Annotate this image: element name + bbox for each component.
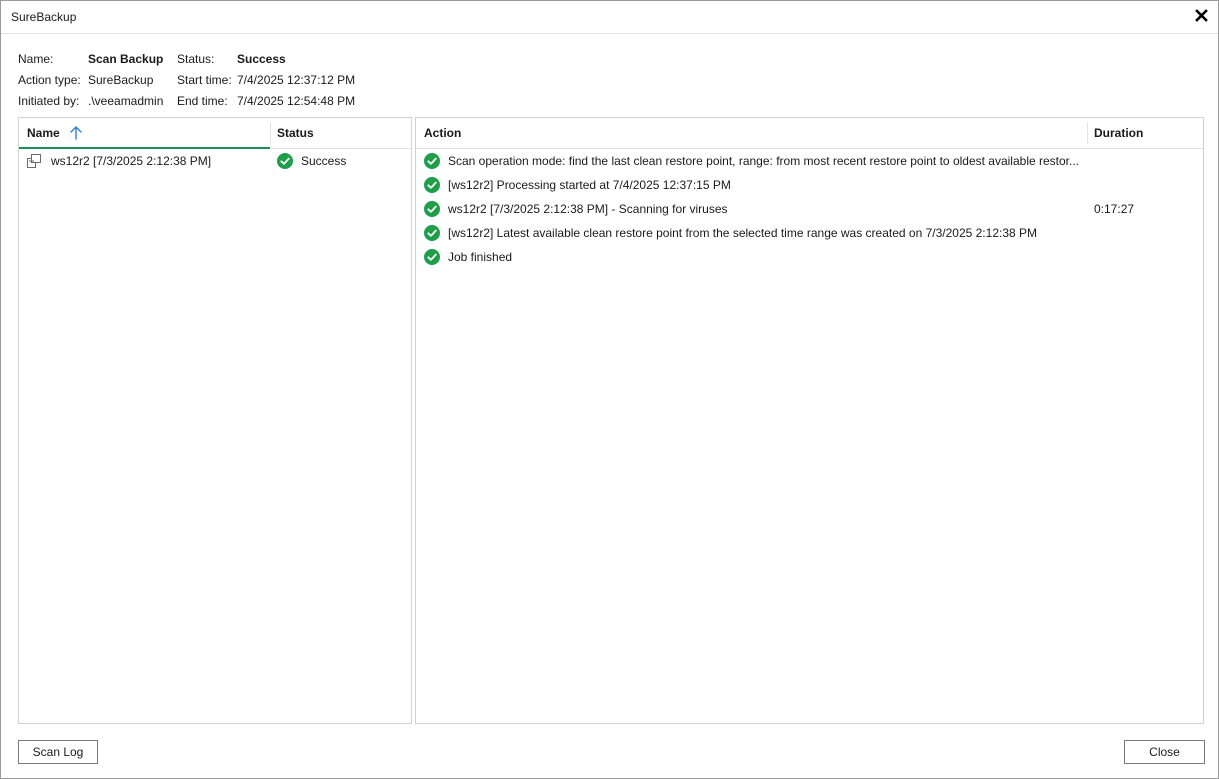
actions-log[interactable]: Action Duration Scan operation mode: fin… xyxy=(415,117,1204,724)
column-header-duration[interactable]: Duration xyxy=(1094,126,1143,140)
table-row[interactable]: [ws12r2] Latest available clean restore … xyxy=(416,221,1203,245)
table-row[interactable]: [ws12r2] Processing started at 7/4/2025 … xyxy=(416,173,1203,197)
action-duration: 0:17:27 xyxy=(1094,202,1135,216)
vm-icon xyxy=(27,154,41,168)
success-icon xyxy=(424,201,440,217)
title-bar: SureBackup xyxy=(1,1,1218,34)
scan-log-button[interactable]: Scan Log xyxy=(18,740,98,764)
close-button[interactable]: Close xyxy=(1124,740,1205,764)
end-time-label: End time: xyxy=(177,94,228,108)
action-type-value: SureBackup xyxy=(88,73,154,87)
status-label: Status: xyxy=(177,52,215,66)
object-name: ws12r2 [7/3/2025 2:12:38 PM] xyxy=(51,154,212,168)
success-icon xyxy=(424,249,440,265)
objects-list-header: Name Status xyxy=(19,118,411,149)
success-icon xyxy=(424,177,440,193)
action-text: [ws12r2] Processing started at 7/4/2025 … xyxy=(448,178,731,192)
start-time-value: 7/4/2025 12:37:12 PM xyxy=(237,73,356,87)
column-header-action[interactable]: Action xyxy=(424,126,461,140)
end-time-value: 7/4/2025 12:54:48 PM xyxy=(237,94,356,108)
column-divider[interactable] xyxy=(1087,122,1088,144)
table-row[interactable]: Scan operation mode: find the last clean… xyxy=(416,149,1203,173)
action-type-label: Action type: xyxy=(18,73,81,87)
column-header-name[interactable]: Name xyxy=(27,126,60,140)
column-header-status[interactable]: Status xyxy=(277,126,314,140)
table-row[interactable]: ws12r2 [7/3/2025 2:12:38 PM] - Scanning … xyxy=(416,197,1203,221)
name-value: Scan Backup xyxy=(88,52,164,66)
column-divider[interactable] xyxy=(270,122,271,144)
action-text: ws12r2 [7/3/2025 2:12:38 PM] - Scanning … xyxy=(448,202,728,216)
start-time-label: Start time: xyxy=(177,73,232,87)
action-text: [ws12r2] Latest available clean restore … xyxy=(448,226,1038,240)
status-value: Success xyxy=(237,52,286,66)
initiated-by-label: Initiated by: xyxy=(18,94,80,108)
close-window-icon[interactable] xyxy=(1194,7,1210,25)
success-icon xyxy=(277,153,293,169)
sort-ascending-icon[interactable] xyxy=(70,125,82,140)
window-title: SureBackup xyxy=(11,10,77,24)
success-icon xyxy=(424,225,440,241)
surebackup-dialog: SureBackup Name: Scan Backup Status: Suc… xyxy=(0,0,1219,779)
success-icon xyxy=(424,153,440,169)
action-text: Scan operation mode: find the last clean… xyxy=(448,154,1080,168)
object-status: Success xyxy=(301,154,347,168)
actions-log-header: Action Duration xyxy=(416,118,1203,149)
objects-list[interactable]: Name Status ws12r2 [7/3/2025 2:12:38 PM] xyxy=(18,117,412,724)
name-label: Name: xyxy=(18,52,54,66)
table-row[interactable]: ws12r2 [7/3/2025 2:12:38 PM] Success xyxy=(19,149,411,173)
action-text: Job finished xyxy=(448,250,513,264)
table-row[interactable]: Job finished xyxy=(416,245,1203,269)
initiated-by-value: .\veeamadmin xyxy=(88,94,164,108)
